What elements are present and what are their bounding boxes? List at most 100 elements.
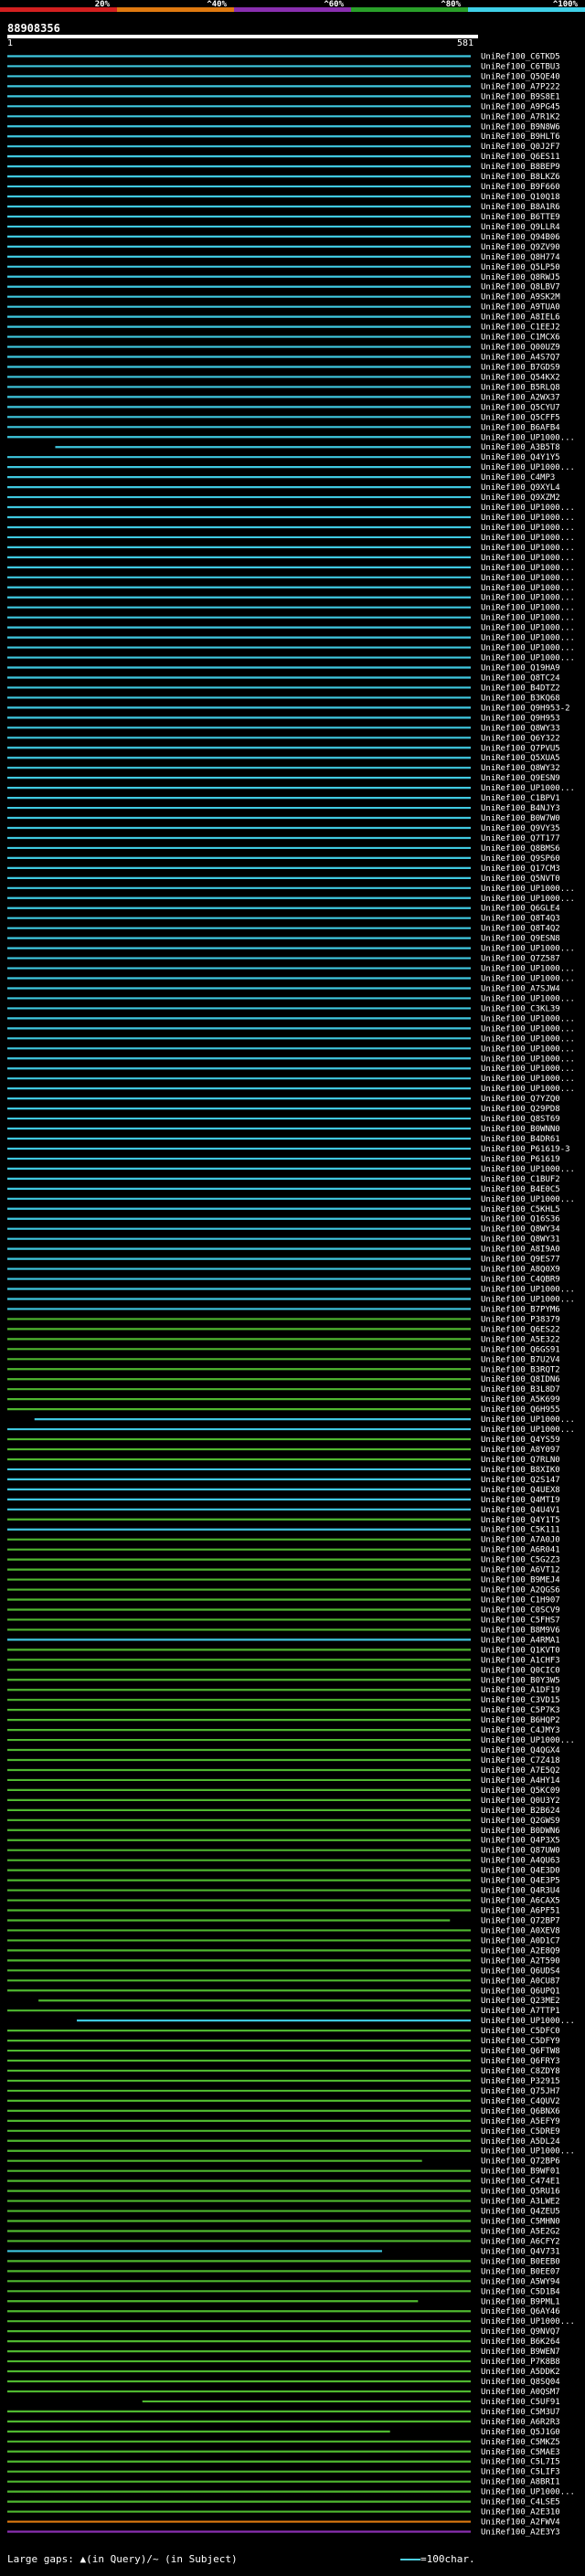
hit-label[interactable]: UniRef100_A5E322 (481, 1335, 560, 1344)
hit-label[interactable]: UniRef100_B9F660 (481, 183, 560, 192)
hit-label[interactable]: UniRef100_Q6BNX6 (481, 2107, 560, 2116)
hit-label[interactable]: UniRef100_Q0J2F7 (481, 143, 560, 152)
hit-label[interactable]: UniRef100_Q7YZQ0 (481, 1095, 560, 1104)
hit-label[interactable]: UniRef100_P7K8B8 (481, 2358, 560, 2367)
hit-label[interactable]: UniRef100_Q8LBV7 (481, 283, 560, 292)
hit-label[interactable]: UniRef100_Q4U4V1 (481, 1506, 560, 1515)
hit-label[interactable]: UniRef100_Q94B06 (481, 233, 560, 242)
hit-label[interactable]: UniRef100_B3RQT2 (481, 1365, 560, 1374)
hit-label[interactable]: UniRef100_Q4UEX8 (481, 1486, 560, 1495)
hit-label[interactable]: UniRef100_A8IEL6 (481, 313, 560, 323)
hit-label[interactable]: UniRef100_A2T590 (481, 1956, 560, 1966)
hit-label[interactable]: UniRef100_B8M9V6 (481, 1626, 560, 1635)
hit-label[interactable]: UniRef100_Q75JH7 (481, 2087, 560, 2096)
hit-label[interactable]: UniRef100_C8ZDY8 (481, 2067, 560, 2076)
hit-label[interactable]: UniRef100_A4RMA1 (481, 1636, 560, 1645)
hit-label[interactable]: UniRef100_Q5QE40 (481, 72, 560, 81)
hit-label[interactable]: UniRef100_Q00UZ9 (481, 344, 560, 353)
hit-label[interactable]: UniRef100_C5G2Z3 (481, 1556, 560, 1565)
hit-label[interactable]: UniRef100_B0Y3W5 (481, 1676, 560, 1685)
hit-label[interactable]: UniRef100_Q7Z587 (481, 955, 560, 964)
hit-label[interactable]: UniRef100_UP1000... (481, 1085, 575, 1094)
hit-label[interactable]: UniRef100_Q19HA9 (481, 664, 560, 673)
hit-label[interactable]: UniRef100_Q9ESN8 (481, 935, 560, 944)
hit-label[interactable]: UniRef100_UP1000... (481, 945, 575, 954)
hit-label[interactable]: UniRef100_Q6ES22 (481, 1325, 560, 1334)
hit-label[interactable]: UniRef100_Q8RWJ5 (481, 273, 560, 282)
hit-label[interactable]: UniRef100_Q16S36 (481, 1215, 560, 1224)
hit-label[interactable]: UniRef100_UP1000... (481, 885, 575, 894)
hit-label[interactable]: UniRef100_C3KL39 (481, 1004, 560, 1013)
hit-label[interactable]: UniRef100_B7PYM6 (481, 1305, 560, 1314)
hit-label[interactable]: UniRef100_C0SCV9 (481, 1606, 560, 1615)
hit-label[interactable]: UniRef100_B9N8W6 (481, 122, 560, 132)
hit-label[interactable]: UniRef100_A7P222 (481, 82, 560, 91)
hit-label[interactable]: UniRef100_UP1000... (481, 463, 575, 472)
hit-label[interactable]: UniRef100_Q29PD8 (481, 1105, 560, 1114)
hit-label[interactable]: UniRef100_B0W7W0 (481, 814, 560, 823)
hit-label[interactable]: UniRef100_A1DF19 (481, 1686, 560, 1695)
hit-label[interactable]: UniRef100_B7GDS9 (481, 363, 560, 372)
hit-label[interactable]: UniRef100_UP1000... (481, 574, 575, 583)
hit-label[interactable]: UniRef100_UP1000... (481, 534, 575, 543)
hit-label[interactable]: UniRef100_Q8T4Q3 (481, 915, 560, 924)
hit-label[interactable]: UniRef100_Q6GS91 (481, 1345, 560, 1354)
hit-label[interactable]: UniRef100_UP1000... (481, 2317, 575, 2327)
hit-label[interactable]: UniRef100_C6TKD5 (481, 52, 560, 61)
hit-label[interactable]: UniRef100_UP1000... (481, 1065, 575, 1074)
hit-label[interactable]: UniRef100_P61619-3 (481, 1145, 570, 1154)
hit-label[interactable]: UniRef100_B6TTE9 (481, 213, 560, 222)
hit-label[interactable]: UniRef100_Q4Y1T5 (481, 1516, 560, 1525)
hit-label[interactable]: UniRef100_Q7RLN0 (481, 1456, 560, 1465)
hit-label[interactable]: UniRef100_Q6ES11 (481, 153, 560, 162)
hit-label[interactable]: UniRef100_C4QBR9 (481, 1276, 560, 1285)
hit-label[interactable]: UniRef100_B6K264 (481, 2337, 560, 2347)
hit-label[interactable]: UniRef100_Q10Q18 (481, 193, 560, 202)
hit-label[interactable]: UniRef100_C1H907 (481, 1596, 560, 1606)
hit-label[interactable]: UniRef100_Q5XUA5 (481, 754, 560, 763)
hit-label[interactable]: UniRef100_UP1000... (481, 2147, 575, 2157)
hit-label[interactable]: UniRef100_Q7PVU5 (481, 744, 560, 753)
hit-label[interactable]: UniRef100_Q1KVT0 (481, 1646, 560, 1655)
hit-label[interactable]: UniRef100_C1BUF2 (481, 1175, 560, 1184)
hit-label[interactable]: UniRef100_Q9SP60 (481, 854, 560, 864)
hit-label[interactable]: UniRef100_C4LSE5 (481, 2498, 560, 2507)
hit-label[interactable]: UniRef100_B6HQP2 (481, 1716, 560, 1725)
hit-label[interactable]: UniRef100_B9WF01 (481, 2168, 560, 2177)
hit-label[interactable]: UniRef100_Q6AY46 (481, 2307, 560, 2316)
hit-label[interactable]: UniRef100_A9SK2M (481, 293, 560, 302)
hit-label[interactable]: UniRef100_B0WNN0 (481, 1125, 560, 1134)
hit-label[interactable]: UniRef100_A4HY14 (481, 1776, 560, 1786)
hit-label[interactable]: UniRef100_A7A0J0 (481, 1536, 560, 1545)
hit-label[interactable]: UniRef100_UP1000... (481, 554, 575, 563)
hit-label[interactable]: UniRef100_A7SJW4 (481, 984, 560, 993)
hit-label[interactable]: UniRef100_Q4R3U4 (481, 1887, 560, 1896)
hit-label[interactable]: UniRef100_UP1000... (481, 634, 575, 643)
hit-label[interactable]: UniRef100_Q4MTI9 (481, 1496, 560, 1505)
hit-label[interactable]: UniRef100_A9PG45 (481, 102, 560, 111)
hit-label[interactable]: UniRef100_Q54KX2 (481, 373, 560, 382)
hit-label[interactable]: UniRef100_Q5J1G0 (481, 2428, 560, 2437)
hit-label[interactable]: UniRef100_Q8SQ04 (481, 2378, 560, 2387)
hit-label[interactable]: UniRef100_Q6FRY3 (481, 2057, 560, 2066)
hit-label[interactable]: UniRef100_C3VD15 (481, 1696, 560, 1705)
hit-label[interactable]: UniRef100_C5DRE9 (481, 2127, 560, 2136)
hit-label[interactable]: UniRef100_Q5LP50 (481, 263, 560, 272)
hit-label[interactable]: UniRef100_Q8WY31 (481, 1235, 560, 1245)
hit-label[interactable]: UniRef100_B9S8E1 (481, 92, 560, 101)
hit-label[interactable]: UniRef100_Q6GLE4 (481, 905, 560, 914)
hit-label[interactable]: UniRef100_A8Q0X9 (481, 1266, 560, 1275)
hit-label[interactable]: UniRef100_B4NJY3 (481, 804, 560, 813)
hit-label[interactable]: UniRef100_Q8WY32 (481, 764, 560, 773)
hit-label[interactable]: UniRef100_B4DTZ2 (481, 684, 560, 693)
hit-label[interactable]: UniRef100_B4E0C5 (481, 1185, 560, 1194)
hit-label[interactable]: UniRef100_Q8WY33 (481, 724, 560, 733)
hit-label[interactable]: UniRef100_A4QU63 (481, 1857, 560, 1866)
hit-label[interactable]: UniRef100_B9WEN7 (481, 2348, 560, 2357)
hit-label[interactable]: UniRef100_UP1000... (481, 975, 575, 984)
hit-label[interactable]: UniRef100_A0CU87 (481, 1977, 560, 1986)
hit-label[interactable]: UniRef100_Q4P3X5 (481, 1837, 560, 1846)
hit-label[interactable]: UniRef100_C7Z418 (481, 1756, 560, 1765)
hit-label[interactable]: UniRef100_Q2S147 (481, 1476, 560, 1485)
hit-label[interactable]: UniRef100_C5K111 (481, 1526, 560, 1535)
